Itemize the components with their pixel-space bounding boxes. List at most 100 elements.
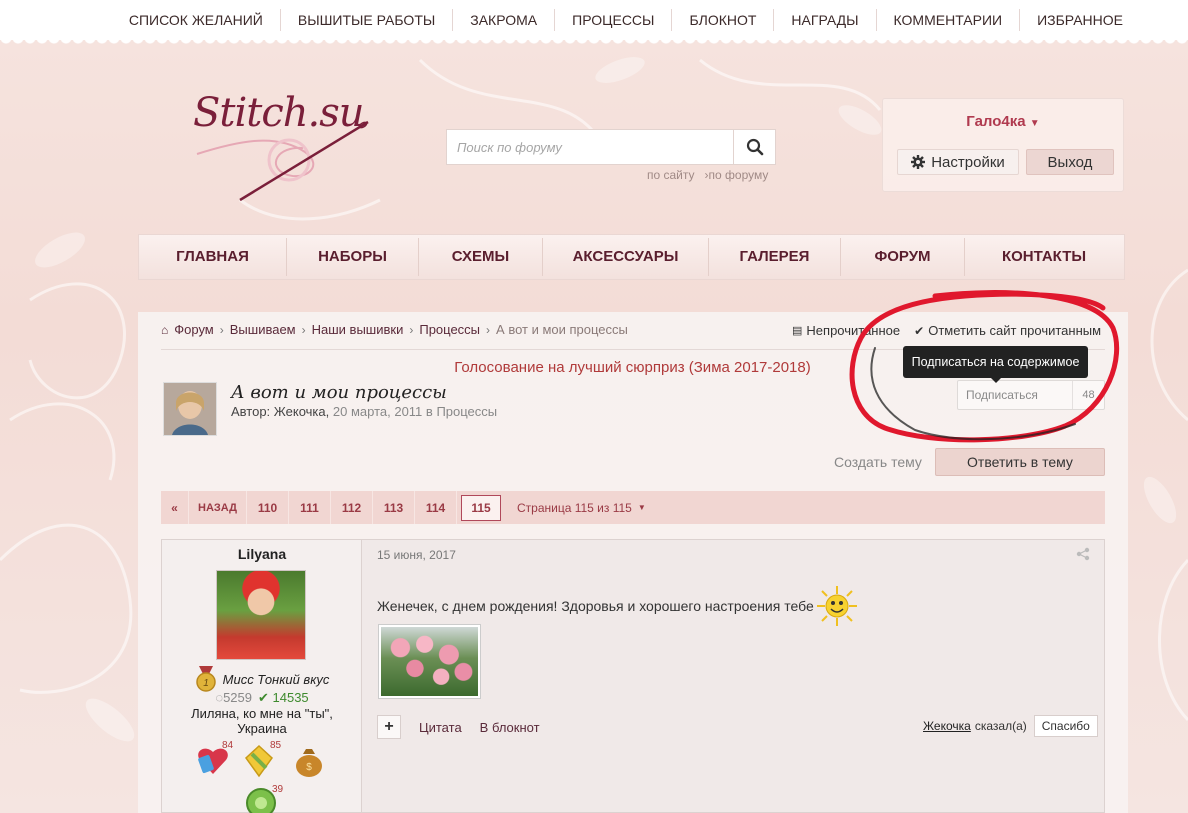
nav-gallery[interactable]: ГАЛЕРЕЯ	[709, 238, 841, 276]
nav-forum[interactable]: ФОРУМ	[841, 238, 965, 276]
breadcrumb-our-embroidery[interactable]: Наши вышивки	[312, 322, 404, 337]
post-author-avatar[interactable]	[216, 570, 306, 660]
comment-icon: ◌	[215, 690, 224, 705]
top-nav-comments[interactable]: КОММЕНТАРИИ	[877, 9, 1021, 31]
roses-picture	[381, 627, 478, 696]
top-nav-processes[interactable]: ПРОЦЕССЫ	[555, 9, 673, 31]
top-nav-embroidered-works[interactable]: ВЫШИТЫЕ РАБОТЫ	[281, 9, 454, 31]
breadcrumb-separator: ›	[301, 322, 306, 337]
search-scope: по сайту ›по форуму	[647, 168, 768, 182]
unread-link[interactable]: ▤ Непрочитанное	[792, 323, 900, 338]
top-nav-favorites[interactable]: ИЗБРАННОЕ	[1020, 9, 1140, 31]
topic-author-link[interactable]: Жекочка	[274, 404, 326, 419]
breadcrumb-embroidering[interactable]: Вышиваем	[230, 322, 296, 337]
money-bag-icon[interactable]: $	[292, 744, 326, 778]
subscribe-tooltip: Подписаться на содержимое	[903, 346, 1088, 378]
author-location: Лиляна, ко мне на "ты", Украина	[162, 706, 362, 736]
tooltip-arrow	[990, 377, 1002, 383]
user-menu[interactable]: Гало4ка ▼	[883, 113, 1123, 130]
thanks-area: Жекочка сказал(а) Спасибо	[923, 715, 1098, 737]
nav-home[interactable]: ГЛАВНАЯ	[139, 238, 287, 276]
settings-button[interactable]: Настройки	[897, 149, 1019, 175]
page-link[interactable]: 110	[247, 491, 289, 524]
page-link[interactable]: 114	[415, 491, 457, 524]
page-link[interactable]: 113	[373, 491, 415, 524]
post-date[interactable]: 15 июня, 2017	[377, 548, 456, 562]
svg-text:$: $	[306, 762, 312, 773]
breadcrumb-separator: ›	[219, 322, 224, 337]
badge-count: 85	[270, 740, 282, 751]
user-panel: Гало4ка ▼ Настройки Выход	[882, 98, 1124, 192]
lace-border	[0, 38, 1188, 50]
medal-number: 1	[203, 678, 209, 689]
author-rank-title: Мисс Тонкий вкус	[222, 671, 330, 687]
multiquote-plus-button[interactable]: +	[377, 715, 401, 739]
nav-kits[interactable]: НАБОРЫ	[287, 238, 419, 276]
search-input[interactable]	[447, 130, 733, 164]
subscribe-count: 48	[1072, 381, 1104, 409]
author-post-count-value: 5259	[223, 690, 252, 705]
nav-contacts[interactable]: КОНТАКТЫ	[965, 238, 1123, 276]
quote-link[interactable]: Цитата	[419, 720, 462, 735]
top-navigation: СПИСОК ЖЕЛАНИЙ ВЫШИТЫЕ РАБОТЫ ЗАКРОМА ПР…	[0, 0, 1188, 40]
checkmark-icon: ✔	[914, 323, 925, 338]
add-to-notebook-link[interactable]: В блокнот	[480, 720, 540, 735]
username: Гало4ка	[966, 113, 1026, 130]
thanks-button[interactable]: Спасибо	[1033, 715, 1098, 737]
search-button[interactable]	[733, 130, 775, 164]
top-nav-notebook[interactable]: БЛОКНОТ	[672, 9, 775, 31]
site-logo[interactable]: Stitch.su	[185, 82, 385, 212]
create-topic-link[interactable]: Создать тему	[834, 454, 922, 470]
author-reputation: ✔ 14535	[258, 690, 309, 706]
post-author-name[interactable]: Lilyana	[162, 546, 362, 562]
caret-down-icon: ▼	[637, 503, 646, 512]
breadcrumb-forum[interactable]: Форум	[174, 322, 214, 337]
reply-button[interactable]: Ответить в тему	[935, 448, 1105, 476]
breadcrumb-processes[interactable]: Процессы	[419, 322, 480, 337]
thanks-user-link[interactable]: Жекочка	[923, 719, 971, 733]
topic-author-avatar[interactable]	[163, 382, 217, 436]
post-text: Женечек, с днем рождения! Здоровья и хор…	[377, 598, 814, 614]
home-icon: ⌂	[161, 322, 169, 337]
caret-down-icon: ▼	[1029, 118, 1040, 129]
page-link[interactable]: 111	[289, 491, 331, 524]
topic-title: А вот и мои процессы	[231, 382, 447, 403]
search-scope-site[interactable]: по сайту	[647, 168, 695, 182]
badge-count: 39	[272, 784, 284, 795]
topic-meta: Автор: Жекочка, 20 марта, 2011 в Процесс…	[231, 404, 498, 419]
top-nav-wishlist[interactable]: СПИСОК ЖЕЛАНИЙ	[112, 9, 281, 31]
smiling-sun-emoticon	[816, 586, 857, 626]
search-scope-forum[interactable]: ›по форуму	[705, 168, 769, 182]
settings-label: Настройки	[931, 153, 1005, 171]
post-image-roses[interactable]	[378, 624, 481, 699]
page-link[interactable]: 112	[331, 491, 373, 524]
author-location-line2: Украина	[237, 721, 287, 736]
logout-button[interactable]: Выход	[1026, 149, 1114, 175]
author-location-line1: Лиляна, ко мне на "ты",	[191, 706, 333, 721]
main-navigation: ГЛАВНАЯ НАБОРЫ СХЕМЫ АКСЕССУАРЫ ГАЛЕРЕЯ …	[138, 234, 1125, 280]
nav-accessories[interactable]: АКСЕССУАРЫ	[543, 238, 709, 276]
medal-icon: 1	[195, 666, 216, 692]
author-post-count: ◌5259	[215, 690, 252, 706]
post-content: Женечек, с днем рождения! Здоровья и хор…	[377, 585, 858, 627]
page-info-label: Страница 115 из 115	[517, 500, 632, 515]
author-rank: 1 Мисс Тонкий вкус	[162, 666, 362, 692]
topic-in-label: в	[425, 404, 433, 419]
author-stats: ◌5259 ✔ 14535	[162, 690, 362, 706]
mark-read-link[interactable]: ✔ Отметить сайт прочитанным	[914, 323, 1101, 338]
search-box	[446, 129, 776, 165]
prev-page-button[interactable]: НАЗАД	[189, 491, 247, 524]
top-nav-awards[interactable]: НАГРАДЫ	[774, 9, 877, 31]
nav-patterns[interactable]: СХЕМЫ	[419, 238, 543, 276]
avatar-image	[164, 383, 216, 435]
share-icon[interactable]	[1076, 547, 1090, 566]
author-reputation-value: 14535	[272, 690, 309, 705]
page-jump-dropdown[interactable]: Страница 115 из 115 ▼	[517, 501, 646, 515]
post: Lilyana 1 Мисс Тонкий вкус ◌5259 ✔ 14535…	[161, 539, 1105, 813]
post-actions: + Цитата В блокнот	[377, 715, 540, 739]
subscribe-button[interactable]: Подписаться 48	[957, 380, 1105, 410]
topic-category-link[interactable]: Процессы	[436, 404, 497, 419]
top-nav-stash[interactable]: ЗАКРОМА	[453, 9, 556, 31]
first-page-button[interactable]: «	[161, 491, 189, 524]
unread-links: ▤ Непрочитанное ✔ Отметить сайт прочитан…	[792, 323, 1101, 338]
